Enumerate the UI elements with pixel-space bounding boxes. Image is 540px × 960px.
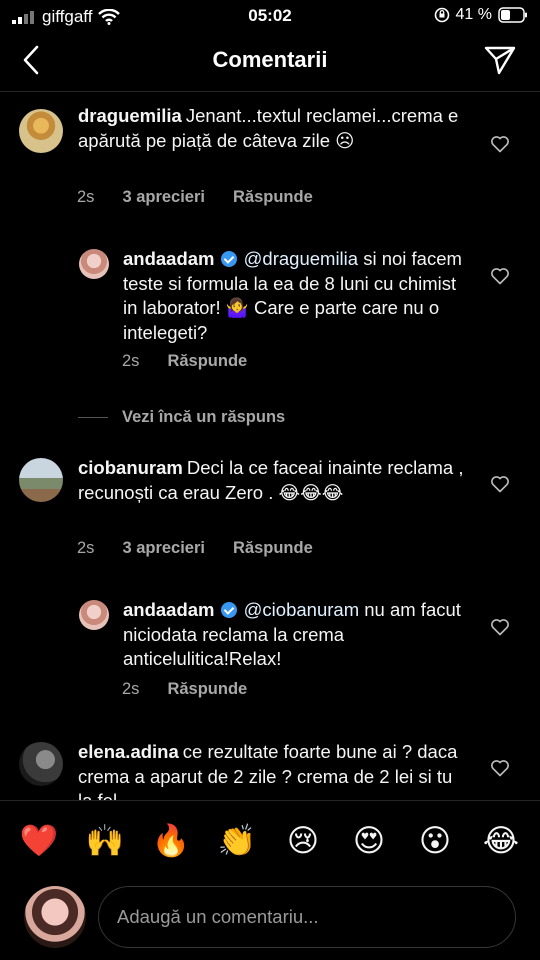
comment-username[interactable]: draguemilia — [78, 105, 182, 126]
battery-icon — [498, 7, 527, 23]
comment-meta: 2s 3 aprecieri Răspunde — [77, 539, 313, 558]
emoji-surprised-button[interactable]: 😮 — [415, 823, 455, 859]
send-icon — [484, 46, 516, 75]
battery-percent: 41 % — [455, 6, 492, 23]
view-more-label: Vezi încă un răspuns — [122, 408, 286, 426]
comment-composer — [0, 880, 540, 960]
comment-meta: 2s Răspunde — [122, 680, 247, 699]
avatar[interactable] — [79, 600, 109, 630]
emoji-crying-button[interactable]: 😢 — [283, 823, 323, 859]
emoji-laughing-button[interactable]: 😂 — [481, 823, 521, 859]
verified-badge-icon — [220, 251, 237, 267]
comment-username[interactable]: andaadam — [123, 599, 215, 620]
divider — [78, 417, 108, 418]
avatar[interactable] — [19, 742, 63, 786]
view-more-replies[interactable]: Vezi încă un răspuns — [78, 408, 285, 427]
reply-button[interactable]: Răspunde — [167, 680, 247, 699]
current-user-avatar[interactable] — [24, 886, 86, 948]
comment-time: 2s — [77, 188, 95, 206]
reply-button[interactable]: Răspunde — [233, 539, 313, 558]
comment-username[interactable]: elena.adina — [78, 741, 179, 762]
comment-likes[interactable]: 3 aprecieri — [122, 539, 205, 558]
avatar[interactable] — [19, 109, 63, 153]
verified-badge-icon — [220, 602, 237, 618]
like-heart-icon[interactable] — [490, 134, 510, 154]
like-heart-icon[interactable] — [490, 266, 510, 286]
comment-username[interactable]: andaadam — [123, 248, 215, 269]
share-button[interactable] — [482, 42, 518, 78]
comment-text: elena.adina ce rezultate foarte bune ai ?… — [78, 740, 468, 800]
emoji-heart-eyes-button[interactable]: 😍 — [349, 823, 389, 859]
status-bar: giffgaff 05:02 41 % — [0, 0, 540, 34]
avatar[interactable] — [79, 249, 109, 279]
comment-time: 2s — [77, 539, 95, 557]
like-heart-icon[interactable] — [490, 758, 510, 778]
comments-feed[interactable]: draguemilia Jenant...textul reclamei...cr… — [0, 92, 540, 800]
emoji-bar: ❤️ 🙌 🔥 👏 😢 😍 😮 😂 — [0, 800, 540, 880]
comment-text: ciobanuram Deci la ce faceai inainte recl… — [78, 456, 468, 505]
page-title: Comentarii — [212, 47, 328, 72]
comment-meta: 2s 3 aprecieri Răspunde — [77, 188, 313, 207]
status-right: 41 % — [434, 6, 528, 24]
emoji-clap-button[interactable]: 👏 — [217, 822, 257, 859]
comment-text: andaadam @ciobanuram nu am facut nicioda… — [123, 598, 468, 672]
comment-time: 2s — [122, 680, 140, 698]
avatar[interactable] — [19, 458, 63, 502]
reply-button[interactable]: Răspunde — [233, 188, 313, 207]
like-heart-icon[interactable] — [490, 617, 510, 637]
header: Comentarii — [0, 34, 540, 92]
comment-username[interactable]: ciobanuram — [78, 457, 183, 478]
comment-input[interactable] — [98, 886, 516, 948]
comment-meta: 2s Răspunde — [122, 352, 247, 371]
emoji-raised-hands-button[interactable]: 🙌 — [85, 822, 125, 859]
mention-link[interactable]: @ciobanuram — [244, 599, 359, 620]
emoji-fire-button[interactable]: 🔥 — [151, 822, 191, 859]
comment-text: draguemilia Jenant...textul reclamei...cr… — [78, 104, 468, 153]
comment-likes[interactable]: 3 aprecieri — [122, 188, 205, 207]
comment-time: 2s — [122, 352, 140, 370]
comment-text: andaadam @draguemilia si noi facem teste… — [123, 247, 468, 345]
like-heart-icon[interactable] — [490, 474, 510, 494]
orientation-lock-icon — [434, 7, 449, 23]
mention-link[interactable]: @draguemilia — [244, 248, 358, 269]
emoji-heart-button[interactable]: ❤️ — [19, 822, 59, 859]
reply-button[interactable]: Răspunde — [167, 352, 247, 371]
